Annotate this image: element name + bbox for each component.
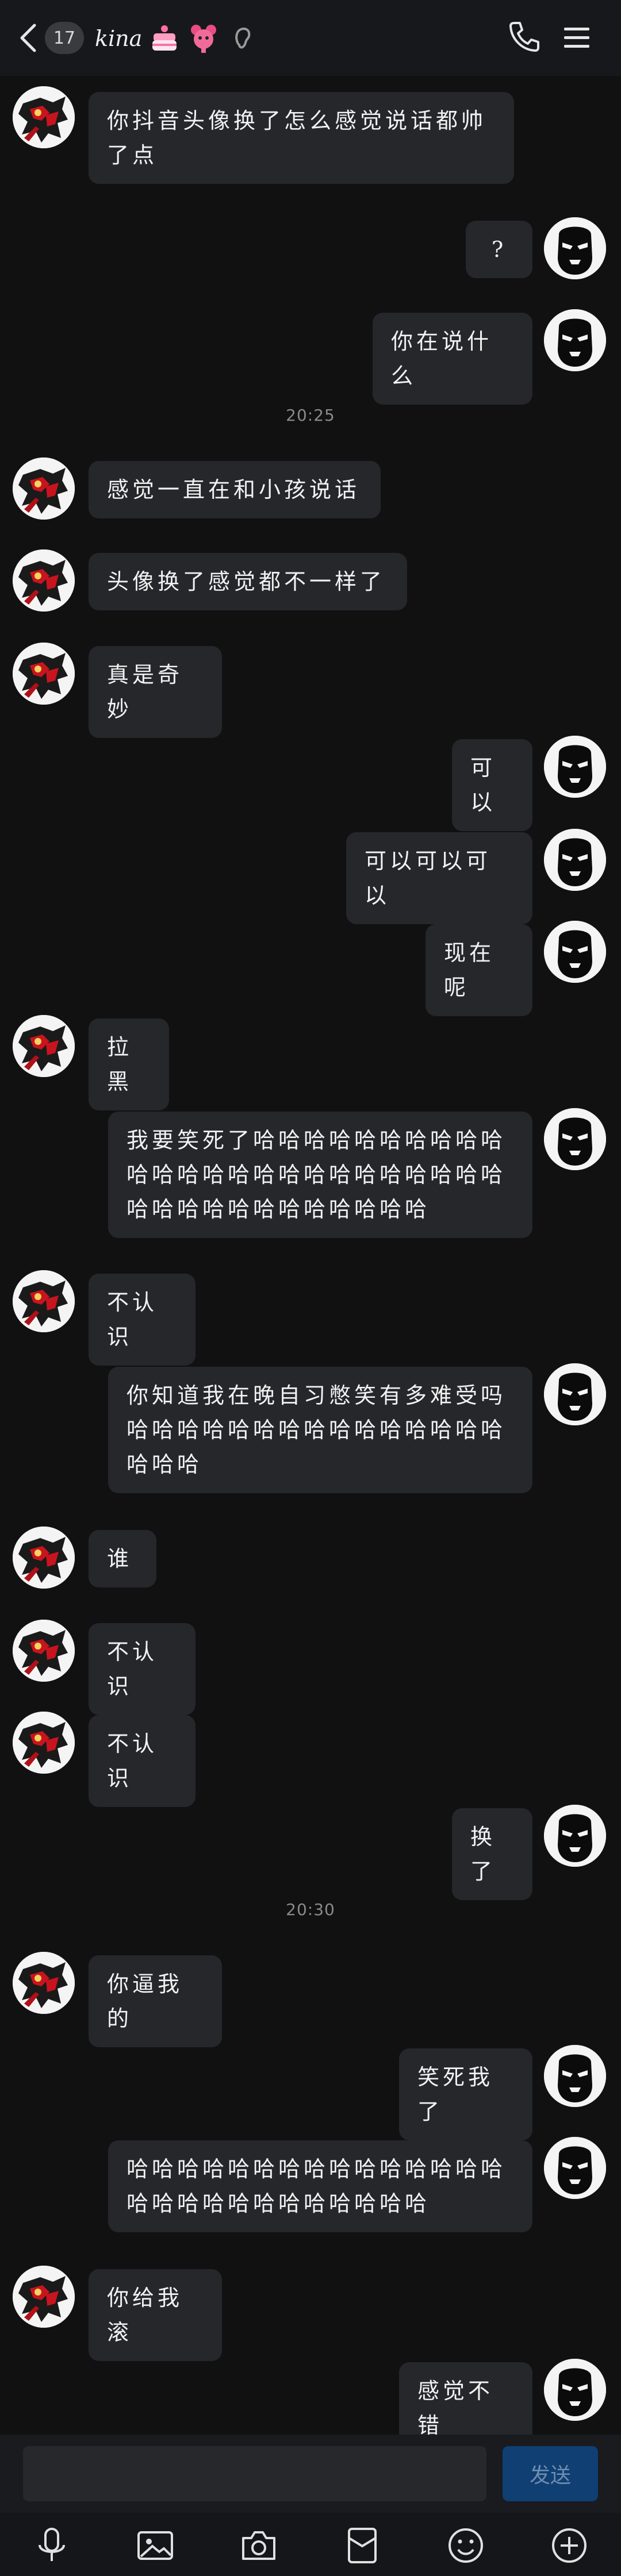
composer-toolbar (0, 2513, 621, 2576)
timestamp-divider: 20:30 (286, 1900, 335, 1919)
plus-icon (552, 2528, 586, 2563)
cake-emoji-icon (148, 22, 181, 55)
message-bubble-incoming[interactable]: 你逼我的 (89, 1955, 222, 2047)
self-avatar[interactable] (544, 1363, 606, 1425)
message-bubble-outgoing[interactable]: 哈哈哈哈哈哈哈哈哈哈哈哈哈哈哈哈哈哈哈哈哈哈哈哈哈哈哈 (108, 2140, 532, 2232)
menu-button[interactable] (561, 22, 593, 54)
message-input[interactable] (23, 2446, 486, 2501)
hamburger-menu-icon (564, 28, 589, 48)
message-bubble-incoming[interactable]: 头像换了感觉都不一样了 (89, 553, 407, 610)
message-bubble-incoming[interactable]: 谁 (89, 1530, 156, 1587)
contact-avatar[interactable] (13, 86, 75, 148)
message-bubble-outgoing[interactable]: 你在说什么 (373, 313, 532, 405)
send-button[interactable]: 发送 (503, 2446, 598, 2501)
contact-avatar[interactable] (13, 1712, 75, 1774)
self-avatar[interactable] (544, 217, 606, 279)
message-bubble-incoming[interactable]: 拉黑 (89, 1018, 169, 1110)
contact-avatar[interactable] (13, 457, 75, 520)
emoji-icon (448, 2528, 483, 2563)
chat-title-group[interactable]: kina (95, 18, 259, 59)
call-button[interactable] (506, 18, 543, 55)
message-bubble-incoming[interactable]: 不认识 (89, 1715, 195, 1807)
message-bubble-outgoing[interactable]: 可以 (452, 739, 532, 831)
chat-header: 17 kina (0, 0, 621, 76)
back-button[interactable] (17, 21, 40, 55)
self-avatar[interactable] (544, 1805, 606, 1867)
message-bubble-outgoing[interactable]: 笑死我了 (399, 2048, 532, 2140)
message-bubble-outgoing[interactable]: ? (466, 221, 532, 278)
contact-avatar[interactable] (13, 1527, 75, 1589)
self-avatar[interactable] (544, 921, 606, 983)
self-avatar[interactable] (544, 2045, 606, 2107)
message-bubble-incoming[interactable]: 你给我滚 (89, 2269, 222, 2361)
message-bubble-incoming[interactable]: 不认识 (89, 1623, 195, 1715)
unread-badge: 17 (45, 22, 84, 54)
voice-button[interactable] (32, 2525, 72, 2566)
message-bubble-incoming[interactable]: 感觉一直在和小孩说话 (89, 461, 381, 518)
contact-avatar[interactable] (13, 549, 75, 612)
contact-avatar[interactable] (13, 1015, 75, 1077)
contact-avatar[interactable] (13, 643, 75, 705)
camera-button[interactable] (239, 2525, 279, 2566)
more-button[interactable] (549, 2525, 589, 2566)
message-bubble-incoming[interactable]: 不认识 (89, 1274, 195, 1366)
emoji-button[interactable] (446, 2525, 486, 2566)
contact-avatar[interactable] (13, 2266, 75, 2328)
timestamp-divider: 20:25 (286, 406, 335, 425)
camera-icon (242, 2531, 275, 2560)
message-bubble-outgoing[interactable]: 现在呢 (425, 924, 532, 1016)
microphone-icon (39, 2528, 65, 2561)
image-icon (137, 2531, 173, 2560)
self-avatar[interactable] (544, 736, 606, 798)
self-avatar[interactable] (544, 1108, 606, 1170)
red-envelope-button[interactable] (342, 2525, 382, 2566)
phone-icon (509, 22, 539, 52)
red-envelope-icon (348, 2528, 377, 2563)
message-bubble-outgoing[interactable]: 可以可以可以 (346, 832, 532, 924)
message-bubble-incoming[interactable]: 你抖音头像换了怎么感觉说话都帅了点 (89, 92, 514, 184)
photo-button[interactable] (135, 2525, 175, 2566)
self-avatar[interactable] (544, 2359, 606, 2421)
pink-creature-emoji-icon (187, 22, 220, 55)
contact-avatar[interactable] (13, 1270, 75, 1332)
message-composer: 发送 (0, 2435, 621, 2513)
self-avatar[interactable] (544, 829, 606, 891)
message-bubble-outgoing[interactable]: 我要笑死了哈哈哈哈哈哈哈哈哈哈哈哈哈哈哈哈哈哈哈哈哈哈哈哈哈哈哈哈哈哈哈哈哈哈哈… (108, 1112, 532, 1238)
ear-icon (226, 22, 259, 55)
contact-avatar[interactable] (13, 1952, 75, 2014)
message-bubble-outgoing[interactable]: 换了 (452, 1808, 532, 1900)
self-avatar[interactable] (544, 309, 606, 371)
message-bubble-outgoing[interactable]: 你知道我在晚自习憋笑有多难受吗哈哈哈哈哈哈哈哈哈哈哈哈哈哈哈哈哈哈 (108, 1367, 532, 1493)
message-bubble-incoming[interactable]: 真是奇妙 (89, 646, 222, 738)
chat-title: kina (95, 26, 143, 51)
self-avatar[interactable] (544, 2137, 606, 2199)
chevron-left-icon (20, 24, 36, 52)
contact-avatar[interactable] (13, 1620, 75, 1682)
